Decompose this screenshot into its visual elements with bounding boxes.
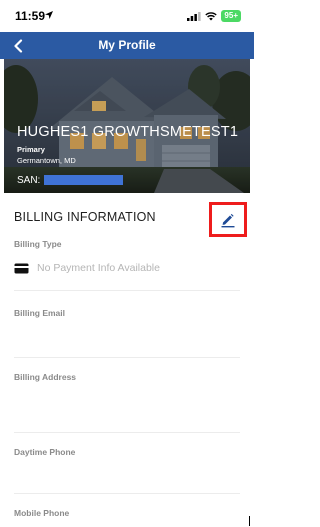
wifi-icon bbox=[205, 11, 218, 20]
billing-email-label: Billing Email bbox=[14, 308, 66, 318]
text-cursor bbox=[249, 516, 250, 526]
account-name: HUGHES1 GROWTHSMETEST1 bbox=[17, 124, 239, 140]
page-title: My Profile bbox=[98, 38, 156, 52]
divider bbox=[14, 432, 240, 433]
signal-bars-icon bbox=[187, 11, 202, 21]
nav-bar: My Profile bbox=[0, 32, 254, 59]
status-indicators: 95+ bbox=[187, 10, 241, 22]
divider bbox=[14, 357, 240, 358]
pencil-icon bbox=[221, 213, 235, 227]
billing-section-title: BILLING INFORMATION bbox=[14, 210, 156, 224]
status-bar: 11:59 95+ bbox=[0, 0, 254, 32]
san-label: SAN: bbox=[17, 175, 41, 186]
mobile-phone-label: Mobile Phone bbox=[14, 508, 70, 518]
daytime-phone-label: Daytime Phone bbox=[14, 447, 76, 457]
payment-info-value: No Payment Info Available bbox=[37, 262, 160, 274]
payment-info-row: No Payment Info Available bbox=[14, 262, 160, 274]
billing-type-label: Billing Type bbox=[14, 239, 62, 249]
divider bbox=[14, 290, 240, 291]
battery-icon: 95+ bbox=[221, 10, 241, 22]
status-time: 11:59 bbox=[15, 9, 46, 23]
location-arrow-icon bbox=[45, 11, 53, 19]
profile-banner: HUGHES1 GROWTHSMETEST1 Primary Germantow… bbox=[4, 59, 250, 193]
billing-address-label: Billing Address bbox=[14, 372, 77, 382]
edit-highlight bbox=[209, 202, 247, 237]
credit-card-icon bbox=[14, 263, 29, 273]
account-location: Germantown, MD bbox=[17, 156, 76, 165]
edit-billing-button[interactable] bbox=[212, 205, 244, 234]
divider bbox=[14, 493, 240, 494]
account-type: Primary bbox=[17, 145, 45, 154]
san-value-redacted bbox=[44, 175, 123, 185]
